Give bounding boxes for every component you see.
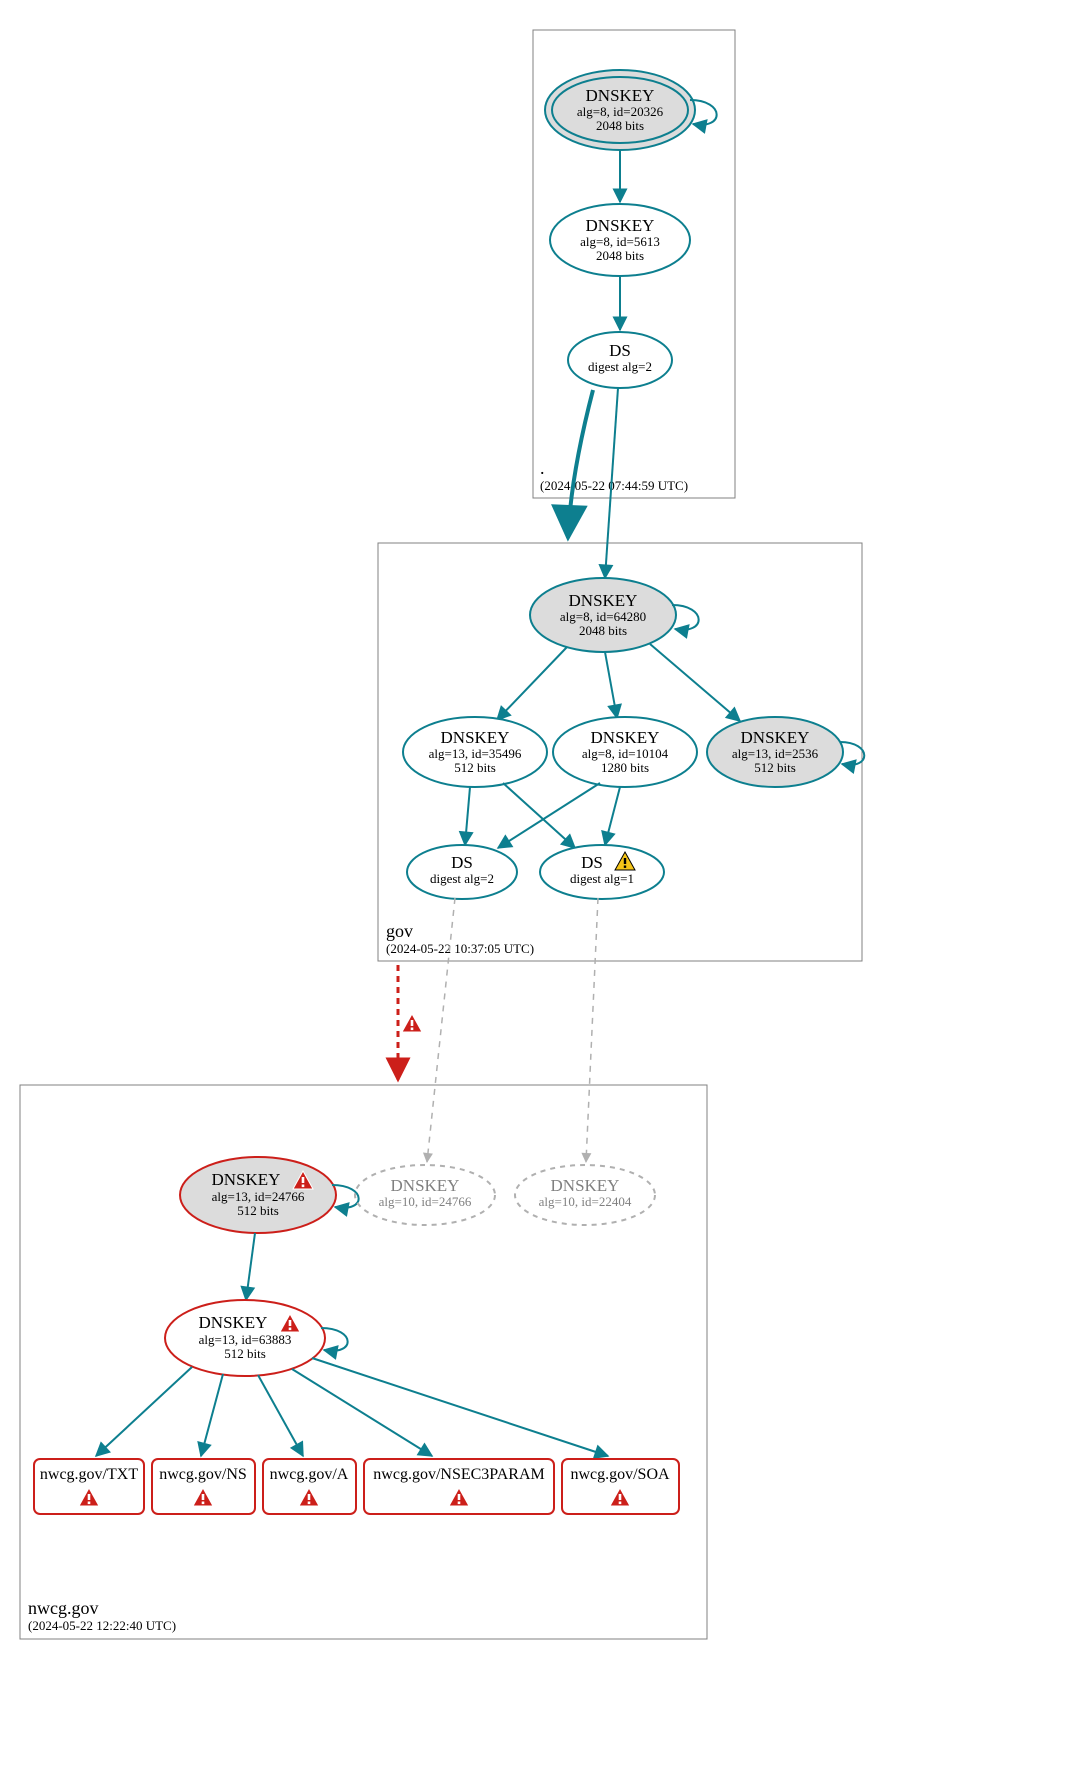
- node-gov-ds1[interactable]: DS digest alg=1: [540, 845, 664, 899]
- node-gov-ksk[interactable]: DNSKEY alg=8, id=64280 2048 bits: [530, 578, 676, 652]
- rrset-a[interactable]: nwcg.gov/A: [263, 1459, 356, 1514]
- edge-ds1-nwcgkey2: [586, 898, 598, 1162]
- edge-govksk-z8: [605, 652, 617, 718]
- svg-text:DS: DS: [451, 853, 473, 872]
- warning-icon: [402, 1014, 422, 1032]
- svg-text:DNSKEY: DNSKEY: [741, 728, 810, 747]
- node-gov-sep13[interactable]: DNSKEY alg=13, id=2536 512 bits: [707, 717, 843, 787]
- zone-root-name: .: [540, 458, 545, 478]
- edge-zsk-txt: [96, 1367, 192, 1456]
- svg-text:digest alg=2: digest alg=2: [588, 359, 652, 374]
- svg-text:DNSKEY: DNSKEY: [199, 1313, 268, 1332]
- svg-text:2048 bits: 2048 bits: [579, 623, 627, 638]
- node-nwcg-ksk[interactable]: DNSKEY alg=13, id=24766 512 bits: [180, 1157, 336, 1233]
- zone-nwcg-time: (2024-05-22 12:22:40 UTC): [28, 1618, 176, 1633]
- svg-text:512 bits: 512 bits: [224, 1346, 266, 1361]
- svg-text:DNSKEY: DNSKEY: [586, 86, 655, 105]
- node-gov-ds2[interactable]: DS digest alg=2: [407, 845, 517, 899]
- svg-text:1280 bits: 1280 bits: [601, 760, 649, 775]
- svg-text:DS: DS: [581, 853, 603, 872]
- svg-text:DNSKEY: DNSKEY: [591, 728, 660, 747]
- svg-text:512 bits: 512 bits: [454, 760, 496, 775]
- rrset-soa[interactable]: nwcg.gov/SOA: [562, 1459, 679, 1514]
- svg-text:DNSKEY: DNSKEY: [586, 216, 655, 235]
- svg-text:nwcg.gov/NS: nwcg.gov/NS: [159, 1466, 247, 1483]
- svg-text:DNSKEY: DNSKEY: [391, 1176, 460, 1195]
- zone-root-time: (2024-05-22 07:44:59 UTC): [540, 478, 688, 493]
- svg-text:alg=10, id=24766: alg=10, id=24766: [379, 1194, 472, 1209]
- svg-text:alg=13, id=2536: alg=13, id=2536: [732, 746, 819, 761]
- edge-zsk-nsec: [292, 1369, 432, 1456]
- node-nwcg-ghost2[interactable]: DNSKEY alg=10, id=22404: [515, 1165, 655, 1225]
- edge-nwcgksk-zsk: [246, 1233, 255, 1300]
- edge-zsk-soa: [312, 1358, 608, 1456]
- node-root-ksk[interactable]: DNSKEY alg=8, id=20326 2048 bits: [545, 70, 695, 150]
- edge-zsk-a: [258, 1375, 303, 1456]
- edge-z13-ds2: [465, 787, 470, 845]
- svg-text:alg=8, id=5613: alg=8, id=5613: [580, 234, 660, 249]
- node-root-ds[interactable]: DS digest alg=2: [568, 332, 672, 388]
- node-gov-zsk13[interactable]: DNSKEY alg=13, id=35496 512 bits: [403, 717, 547, 787]
- rrset-nsec3param[interactable]: nwcg.gov/NSEC3PARAM: [364, 1459, 554, 1514]
- svg-text:nwcg.gov: nwcg.gov: [28, 1598, 99, 1618]
- svg-text:nwcg.gov/SOA: nwcg.gov/SOA: [570, 1466, 670, 1483]
- edge-ds2-nwcgkey1: [427, 898, 455, 1162]
- edge-zsk-ns: [201, 1374, 223, 1456]
- svg-text:DNSKEY: DNSKEY: [441, 728, 510, 747]
- svg-text:alg=8, id=64280: alg=8, id=64280: [560, 609, 646, 624]
- svg-text:.: .: [540, 458, 545, 478]
- svg-text:nwcg.gov/A: nwcg.gov/A: [270, 1466, 349, 1483]
- svg-text:alg=13, id=35496: alg=13, id=35496: [429, 746, 522, 761]
- svg-text:alg=8, id=20326: alg=8, id=20326: [577, 104, 664, 119]
- svg-text:DNSKEY: DNSKEY: [551, 1176, 620, 1195]
- zone-nwcg: nwcg.gov (2024-05-22 12:22:40 UTC): [20, 1085, 707, 1639]
- svg-text:gov: gov: [386, 921, 413, 941]
- node-nwcg-ghost1[interactable]: DNSKEY alg=10, id=24766: [355, 1165, 495, 1225]
- edge-z8-ds1: [605, 787, 620, 845]
- svg-text:2048 bits: 2048 bits: [596, 248, 644, 263]
- svg-text:digest alg=1: digest alg=1: [570, 871, 634, 886]
- svg-text:(2024-05-22 07:44:59 UTC): (2024-05-22 07:44:59 UTC): [540, 478, 688, 493]
- svg-text:digest alg=2: digest alg=2: [430, 871, 494, 886]
- edge-root-gov-deleg: [568, 390, 593, 538]
- svg-text:alg=13, id=63883: alg=13, id=63883: [199, 1332, 292, 1347]
- zone-gov-time: (2024-05-22 10:37:05 UTC): [386, 941, 534, 956]
- rrset-ns[interactable]: nwcg.gov/NS: [152, 1459, 255, 1514]
- svg-text:DNSKEY: DNSKEY: [212, 1170, 281, 1189]
- svg-text:alg=8, id=10104: alg=8, id=10104: [582, 746, 669, 761]
- svg-text:DS: DS: [609, 341, 631, 360]
- svg-text:(2024-05-22 12:22:40 UTC): (2024-05-22 12:22:40 UTC): [28, 1618, 176, 1633]
- zone-gov-name: gov: [386, 921, 413, 941]
- svg-text:512 bits: 512 bits: [754, 760, 796, 775]
- svg-text:2048 bits: 2048 bits: [596, 118, 644, 133]
- edge-govksk-z13: [497, 647, 567, 720]
- svg-text:nwcg.gov/NSEC3PARAM: nwcg.gov/NSEC3PARAM: [373, 1466, 544, 1483]
- node-nwcg-zsk[interactable]: DNSKEY alg=13, id=63883 512 bits: [165, 1300, 325, 1376]
- svg-text:(2024-05-22 10:37:05 UTC): (2024-05-22 10:37:05 UTC): [386, 941, 534, 956]
- svg-text:DNSKEY: DNSKEY: [569, 591, 638, 610]
- svg-text:nwcg.gov/TXT: nwcg.gov/TXT: [40, 1466, 138, 1483]
- zone-nwcg-name: nwcg.gov: [28, 1598, 99, 1618]
- edge-govksk-sep13: [650, 644, 740, 721]
- svg-text:512 bits: 512 bits: [237, 1203, 279, 1218]
- rrset-txt[interactable]: nwcg.gov/TXT: [34, 1459, 144, 1514]
- svg-text:alg=13, id=24766: alg=13, id=24766: [212, 1189, 305, 1204]
- node-root-zsk[interactable]: DNSKEY alg=8, id=5613 2048 bits: [550, 204, 690, 276]
- svg-text:alg=10, id=22404: alg=10, id=22404: [539, 1194, 632, 1209]
- node-gov-zsk8[interactable]: DNSKEY alg=8, id=10104 1280 bits: [553, 717, 697, 787]
